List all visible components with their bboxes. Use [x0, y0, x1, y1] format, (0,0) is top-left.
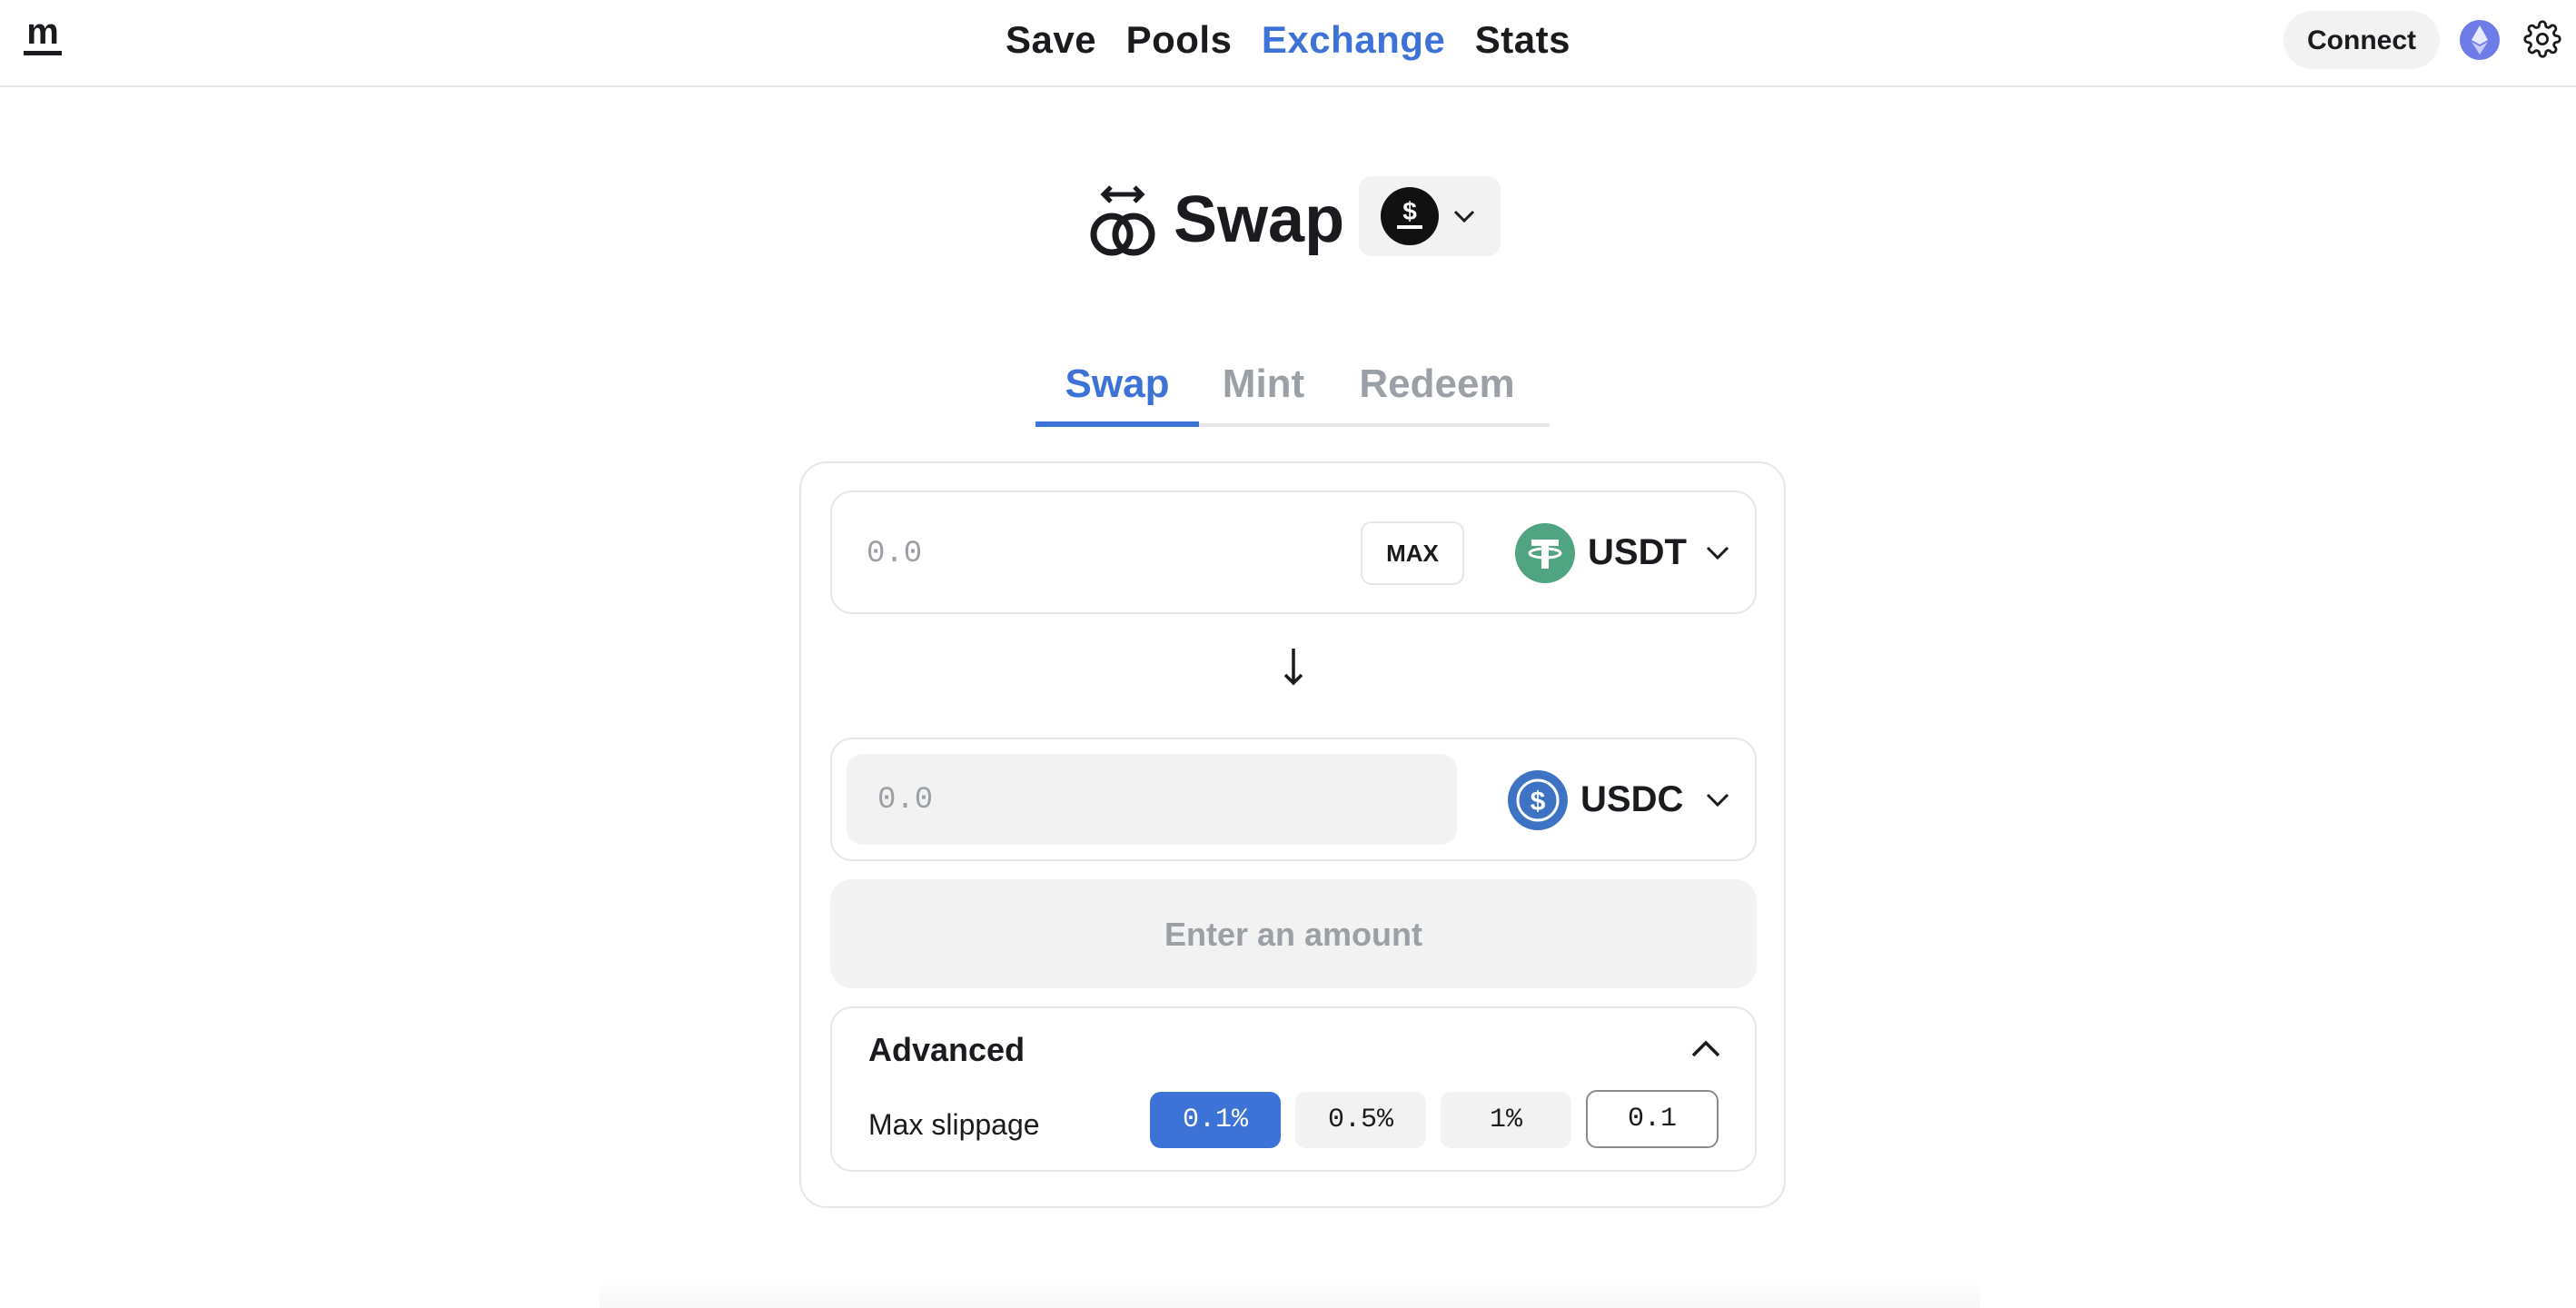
from-token-label: USDT	[1588, 532, 1687, 572]
tab-mint[interactable]: Mint	[1214, 352, 1313, 425]
tether-icon	[1515, 523, 1575, 583]
active-tab-indicator	[1035, 421, 1199, 427]
svg-text:$: $	[1402, 197, 1417, 225]
usdc-icon: $	[1508, 770, 1568, 830]
slippage-option-0-1[interactable]: 0.1%	[1150, 1092, 1281, 1148]
chevron-down-icon	[1706, 793, 1729, 808]
dollar-coin-icon: $	[1381, 187, 1439, 245]
exchange-tabs: Swap Mint Redeem	[1035, 352, 1550, 427]
top-navigation-bar: m Save Pools Exchange Stats Connect	[0, 0, 2576, 87]
nav-stats[interactable]: Stats	[1475, 11, 1570, 69]
to-amount-box	[847, 754, 1459, 845]
chevron-up-icon[interactable]	[1689, 1036, 1722, 1063]
to-amount-input[interactable]	[861, 778, 1459, 823]
enter-amount-button[interactable]: Enter an amount	[830, 879, 1757, 988]
nav-pools[interactable]: Pools	[1126, 11, 1233, 69]
custom-slippage-input[interactable]	[1586, 1090, 1719, 1148]
footer-divider	[599, 1281, 1980, 1308]
asset-selector-dropdown[interactable]: $	[1359, 176, 1501, 256]
to-token-field: $ USDC	[830, 738, 1757, 861]
connect-wallet-button[interactable]: Connect	[2284, 11, 2440, 69]
arrow-down-icon[interactable]	[1281, 647, 1306, 687]
advanced-title: Advanced	[868, 1031, 1025, 1068]
page-title: Swap	[1174, 183, 1345, 256]
nav-save[interactable]: Save	[1006, 11, 1096, 69]
swap-rings-icon	[1090, 185, 1155, 256]
tab-swap[interactable]: Swap	[1035, 352, 1199, 425]
max-button[interactable]: MAX	[1361, 521, 1464, 585]
to-token-label: USDC	[1580, 779, 1684, 819]
chevron-down-icon	[1706, 546, 1729, 560]
ethereum-icon[interactable]	[2460, 20, 2500, 60]
advanced-settings-panel: Advanced Max slippage 0.1% 0.5% 1%	[830, 1006, 1757, 1172]
max-slippage-label: Max slippage	[868, 1108, 1040, 1141]
main-nav: Save Pools Exchange Stats	[0, 11, 2576, 69]
tab-redeem[interactable]: Redeem	[1357, 352, 1517, 425]
slippage-option-1[interactable]: 1%	[1441, 1092, 1571, 1148]
gear-icon[interactable]	[2523, 20, 2561, 58]
chevron-down-icon	[1453, 210, 1475, 223]
svg-text:$: $	[1531, 787, 1546, 817]
slippage-option-0-5[interactable]: 0.5%	[1295, 1092, 1426, 1148]
from-amount-input[interactable]	[850, 518, 1339, 590]
from-token-field: MAX USDT	[830, 490, 1757, 614]
nav-exchange[interactable]: Exchange	[1262, 11, 1445, 69]
